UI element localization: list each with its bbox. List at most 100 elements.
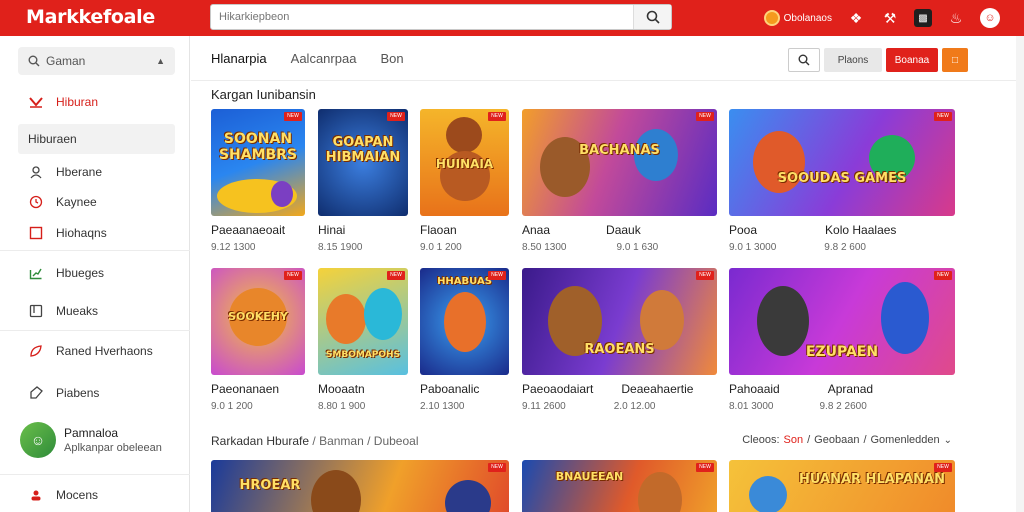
bottom-section-title: Rarkadan Hburafe [211,434,310,448]
game-thumbnail[interactable]: HUANAR HLAPANAN NEW [729,460,955,512]
search-button[interactable] [633,5,671,29]
search-icon [798,54,810,66]
tools-icon[interactable]: ⚒ [880,8,900,28]
search-bar[interactable] [210,4,672,30]
game-card[interactable]: SOONAN SHAMBRS NEW Paeaanaeoait 9.12 130… [211,109,305,253]
chevron-up-icon[interactable]: ▲ [156,56,165,66]
sort-control[interactable]: Cleoos: Son / Geobaan / Gomenledden ⌄ [742,434,952,446]
game-thumbnail[interactable]: BACHANAS NEW [522,109,717,216]
sidebar-item-hberane[interactable]: Hberane [28,164,102,180]
game-card[interactable]: HHABUAS NEW Paboanalic 2.10 1300 [420,268,509,412]
game-title-left: Pooa [729,223,758,237]
sidebar-item-hbueges[interactable]: Hbueges [28,265,104,281]
coin-icon [763,10,780,26]
game-art-text: GOAPAN HIBMAIAN [325,135,401,165]
coin-balance[interactable]: Obolanaos [763,10,832,26]
game-card[interactable]: HUANAR HLAPANAN NEW [729,460,955,512]
game-thumbnail[interactable]: SOOUDAS GAMES NEW [729,109,955,216]
tab-aalcanrpaa[interactable]: Aalcanrpaa [291,51,357,66]
sidebar-user[interactable]: ☺ Pamnaloa Aplkanpar obeleean [20,422,162,458]
sort-mid[interactable]: Geobaan [814,434,859,446]
game-title: Paeaanaeoait [211,223,286,237]
game-meta: 9.11 2600 2.0 12.00 [522,401,717,412]
game-badge: NEW [696,463,714,472]
sidebar-search[interactable]: Gaman ▲ [18,47,175,75]
game-meta-right: 9.0 1 630 [616,242,659,253]
search-icon [28,55,40,67]
game-card[interactable]: SOOUDAS GAMES NEW Pooa Kolo Haalaes 9.0 … [729,109,955,253]
game-badge: NEW [488,463,506,472]
box-icon [28,303,44,319]
game-thumbnail[interactable]: GOAPAN HIBMAIAN NEW [318,109,408,216]
game-badge: NEW [284,112,302,121]
tab-hlanarpia[interactable]: Hlanarpia [211,51,267,66]
game-card[interactable]: BACHANAS NEW Anaa Daauk 8.50 1300 9.0 1 … [522,109,717,253]
game-thumbnail[interactable]: EZUPAEN NEW [729,268,955,375]
top-bar: Markkefoale Obolanaos ❖ ⚒ ▩ ♨ ☺ [0,0,1024,36]
sidebar-item-raned-hverhaons[interactable]: Raned Hverhaons [28,343,153,359]
game-thumbnail[interactable]: HHABUAS NEW [420,268,509,375]
game-card[interactable]: HROEAR NEW [211,460,509,512]
user-avatar: ☺ [20,422,56,458]
game-title: Hinai [318,223,346,237]
gift-icon[interactable]: ❖ [846,8,866,28]
game-title-right: Kolo Haalaes [825,223,897,237]
sidebar-item-mocens[interactable]: Mocens [28,487,98,503]
game-art-text: SOOKEHY [228,310,288,323]
user-subtitle: Aplkanpar obeleean [64,442,162,454]
game-title: Paeonanaen [211,382,280,396]
game-title-right: Apranad [827,382,874,396]
game-card[interactable]: EZUPAEN NEW Pahoaaid Apranad 8.01 3000 9… [729,268,955,412]
sidebar-item-kaynee[interactable]: Kaynee [28,194,97,210]
qr-icon[interactable]: ▩ [914,9,932,27]
sidebar-item-piabens[interactable]: Piabens [28,385,99,401]
game-art-text: EZUPAEN [805,344,879,360]
scrollbar[interactable] [1016,36,1024,512]
sidebar-search-label: Gaman [46,54,86,68]
breadcrumb-item[interactable]: Dubeoal [374,434,419,448]
sort-highlight[interactable]: Son [784,434,804,446]
toolbar-plaons-button[interactable]: Plaons [824,48,882,72]
sidebar-item-label: Hiohaqns [56,226,107,240]
game-card[interactable]: SMBOMAPOHS NEW Mooaatn 8.80 1 900 [318,268,408,412]
game-art-text: SMBOMAPOHS [325,350,401,360]
user-avatar[interactable]: ☺ [980,8,1000,28]
game-card[interactable]: GOAPAN HIBMAIAN NEW Hinai 8.15 1900 [318,109,408,253]
game-thumbnail[interactable]: RAOEANS NEW [522,268,717,375]
sidebar-item-hiohaqns[interactable]: Hiohaqns [28,225,107,241]
game-card[interactable]: HUINAIA NEW Flaoan 9.0 1 200 [420,109,509,253]
sort-end[interactable]: Gomenledden [871,434,940,446]
toolbar-search-button[interactable] [788,48,820,72]
game-thumbnail[interactable]: SOONAN SHAMBRS NEW [211,109,305,216]
game-card[interactable]: RAOEANS NEW Paeoaodaiart Deaeahaertie 9.… [522,268,717,412]
sidebar-item-hiburaen[interactable]: Hiburaen [18,124,175,154]
game-title: Pahoaaid Apranad [729,382,955,396]
game-meta: 8.01 3000 9.8 2 2600 [729,401,955,412]
lock-icon: □ [951,54,959,66]
sidebar-item-mueaks[interactable]: Mueaks [28,303,98,319]
sidebar-item-hiburan[interactable]: Hiburan [28,94,98,110]
game-art-text: SOONAN SHAMBRS [218,131,298,163]
notification-icon[interactable]: ♨ [946,8,966,28]
breadcrumb-item[interactable]: Banman [319,434,364,448]
game-thumbnail[interactable]: BNAUEEAN NEW [522,460,717,512]
sidebar-divider [0,474,190,475]
game-card[interactable]: BNAUEEAN NEW [522,460,717,512]
game-art-text: BACHANAS [579,143,660,158]
app-logo[interactable]: Markkefoale [26,6,155,28]
game-thumbnail[interactable]: SMBOMAPOHS NEW [318,268,408,375]
game-meta: 9.0 1 200 [420,242,462,253]
tag-icon [28,385,44,401]
game-thumbnail[interactable]: HUINAIA NEW [420,109,509,216]
game-thumbnail[interactable]: HROEAR NEW [211,460,509,512]
chevron-down-icon[interactable]: ⌄ [944,435,952,446]
search-input[interactable] [211,5,633,29]
toolbar-boanaa-button[interactable]: Boanaa [886,48,938,72]
tab-bon[interactable]: Bon [380,51,403,66]
toolbar-options-button[interactable]: □ [942,48,968,72]
game-meta: 8.50 1300 9.0 1 630 [522,242,717,253]
game-art-text: HUINAIA [435,157,494,171]
game-art-text: SOOUDAS GAMES [777,171,907,186]
game-thumbnail[interactable]: SOOKEHY NEW [211,268,305,375]
game-card[interactable]: SOOKEHY NEW Paeonanaen 9.0 1 200 [211,268,305,412]
